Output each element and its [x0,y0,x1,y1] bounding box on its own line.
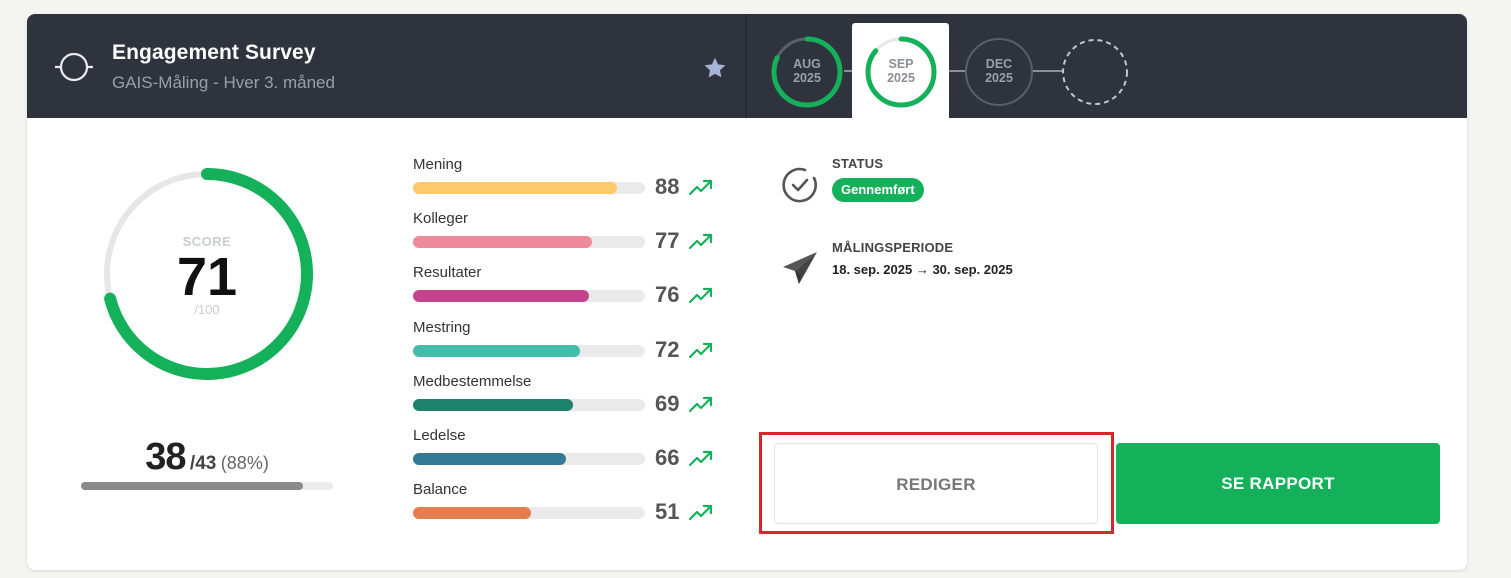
period-month: SEP [888,57,914,71]
period-range: 18. sep. 2025 → 30. sep. 2025 [832,262,1013,277]
period-label: MÅLINGSPERIODE [832,240,954,255]
dimension-name: Kolleger [413,210,469,228]
response-count: 38 /43 (88%) [81,436,333,479]
star-icon[interactable] [703,56,727,80]
survey-subtitle: GAIS-Måling - Hver 3. måned [112,73,335,92]
period-month: DEC [985,57,1013,71]
dimension-name: Balance [413,481,468,499]
dimension-name: Medbestemmelse [413,372,532,390]
dimension-row[interactable]: Ledelse 66 [413,427,743,481]
status-label: STATUS [832,156,884,171]
dimension-bar [413,344,645,357]
trend-up-icon [689,342,713,358]
dimension-bar [413,398,645,411]
period-timeline: AUG 2025 SEP 2025 DEC 2025 [749,14,1467,120]
dimension-row[interactable]: Kolleger 77 [413,210,743,264]
period-dec-2025[interactable]: DEC 2025 [962,35,1036,109]
dimension-value: 77 [655,228,680,254]
period-aug-2025[interactable]: AUG 2025 [770,35,844,109]
dimension-bar-fill [413,290,590,303]
trend-up-icon [689,450,713,467]
survey-header: Engagement Survey GAIS-Måling - Hver 3. … [27,14,1467,120]
dimension-bar-fill [413,236,592,249]
dimension-value: 88 [655,174,680,199]
score-value: 71 [176,247,238,307]
dimension-name: Mening [413,156,463,173]
dimension-bar-fill [413,344,581,357]
survey-title-area[interactable]: Engagement Survey GAIS-Måling - Hver 3. … [27,14,747,118]
responses-percent: (88%) [220,453,269,473]
trend-up-icon [689,505,713,521]
dimension-row[interactable]: Mening 88 [413,156,743,210]
dimension-row[interactable]: Mestring 72 [413,319,743,373]
view-report-button[interactable]: SE RAPPORT [1116,443,1440,524]
dimension-bar [413,290,645,303]
highlight-box [759,432,1114,534]
dimension-value: 69 [655,390,680,416]
future-period-ring [1062,39,1128,105]
trend-up-icon [689,179,713,196]
dimension-bar-fill [413,453,567,465]
dimension-bar [413,453,645,465]
survey-title: Engagement Survey [112,41,316,64]
paper-plane-icon [783,252,817,284]
trend-up-icon [689,288,713,304]
survey-card: Engagement Survey GAIS-Måling - Hver 3. … [27,14,1467,570]
dimension-value: 76 [655,282,680,308]
dimension-row[interactable]: Resultater 76 [413,264,743,318]
trend-up-icon [689,396,713,412]
dimension-bar-fill [413,507,532,520]
check-circle-icon [782,167,817,203]
period-year: 2025 [985,71,1013,85]
dimension-row[interactable]: Balance 51 [413,481,743,535]
responses-count: 38 [145,436,186,478]
dimension-name: Ledelse [413,427,466,444]
response-rate-bar [81,482,333,490]
dimension-value: 51 [655,499,680,525]
period-year: 2025 [887,71,915,85]
dimension-name: Resultater [413,264,482,282]
target-circle-icon [55,52,93,82]
dimension-value: 72 [655,336,680,362]
dimension-bar [413,507,645,520]
dimension-row[interactable]: Medbestemmelse 69 [413,373,743,427]
responses-total: /43 [189,453,217,474]
dimension-name: Mestring [413,318,471,336]
dimension-bar [413,236,645,249]
trend-up-icon [689,234,713,250]
dimension-bar [413,182,645,194]
period-year: 2025 [793,71,821,85]
status-badge: Gennemført [832,178,924,202]
dimension-bar-fill [413,398,574,411]
period-future[interactable] [1058,35,1132,109]
period-month: AUG [793,57,821,71]
response-rate-fill [81,482,303,490]
dimension-bar-fill [413,182,618,194]
score-max: /100 [194,302,220,317]
dimension-value: 66 [655,445,680,470]
period-sep-2025[interactable]: SEP 2025 [864,35,938,109]
